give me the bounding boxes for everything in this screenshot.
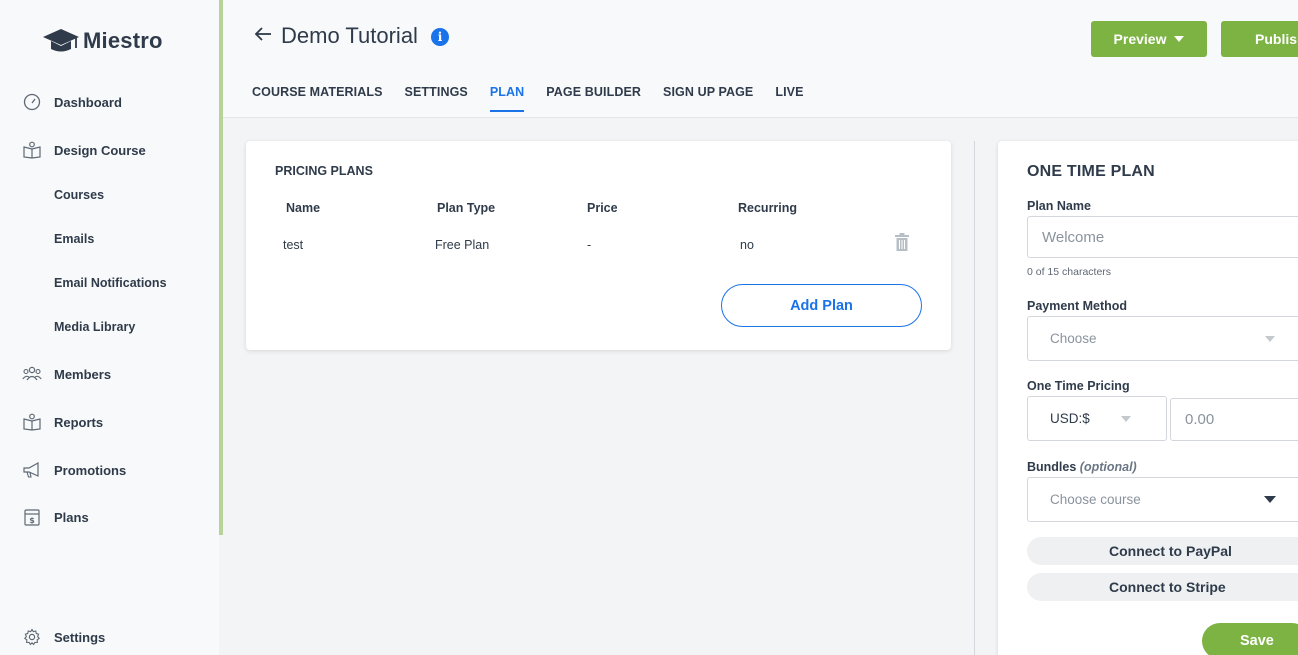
tab-page-builder[interactable]: PAGE BUILDER xyxy=(546,85,641,112)
sidebar-item-label: Reports xyxy=(54,414,104,430)
connect-stripe-button[interactable]: Connect to Stripe xyxy=(1027,573,1298,601)
add-plan-button[interactable]: Add Plan xyxy=(721,284,922,327)
book-icon xyxy=(22,141,42,159)
price-amount-input[interactable]: 0.00 xyxy=(1170,398,1298,441)
plans-icon: $ xyxy=(22,508,42,526)
graduation-cap-icon xyxy=(43,29,79,52)
save-button[interactable]: Save xyxy=(1202,623,1298,655)
card-title: PRICING PLANS xyxy=(275,164,373,178)
gauge-icon xyxy=(22,93,42,111)
character-count: 0 of 15 characters xyxy=(1027,266,1112,278)
currency-value: USD:$ xyxy=(1050,411,1090,426)
sidebar-item-label: Dashboard xyxy=(54,94,122,110)
preview-button[interactable]: Preview xyxy=(1091,21,1207,57)
chevron-down-icon xyxy=(1121,416,1131,422)
sidebar: Miestro Dashboard Design Course Courses … xyxy=(0,0,219,655)
publish-button-label: Publish xyxy=(1255,31,1298,47)
cell-plan-type: Free Plan xyxy=(435,238,490,252)
sidebar-item-plans[interactable]: $ Plans xyxy=(22,508,89,526)
course-header: Demo Tutorial i Preview Publish COURSE M… xyxy=(223,0,1298,118)
plan-name-placeholder: Welcome xyxy=(1042,228,1105,246)
report-icon xyxy=(22,413,42,431)
payment-method-value: Choose xyxy=(1050,331,1097,346)
sidebar-item-label: Settings xyxy=(54,629,106,645)
sidebar-item-promotions[interactable]: Promotions xyxy=(22,461,126,479)
column-header-name: Name xyxy=(286,201,321,215)
sidebar-item-media-library[interactable]: Media Library xyxy=(54,320,135,334)
plan-form-title: ONE TIME PLAN xyxy=(1027,163,1155,180)
trash-icon[interactable] xyxy=(894,233,910,251)
sidebar-item-label: Plans xyxy=(54,509,89,525)
preview-button-label: Preview xyxy=(1113,31,1167,47)
chevron-down-icon xyxy=(1264,496,1276,503)
bundles-value: Choose course xyxy=(1050,492,1141,507)
sidebar-item-design-course[interactable]: Design Course xyxy=(22,141,146,159)
sidebar-item-label: Members xyxy=(54,366,112,382)
bundles-select[interactable]: Choose course xyxy=(1027,477,1298,522)
currency-select[interactable]: USD:$ xyxy=(1027,396,1167,441)
sidebar-item-label: Promotions xyxy=(54,462,127,478)
caret-down-icon xyxy=(1174,36,1185,42)
tab-live[interactable]: LIVE xyxy=(775,85,803,112)
page-title: Demo Tutorial xyxy=(281,23,418,48)
back-arrow-icon[interactable] xyxy=(253,24,273,44)
connect-paypal-button[interactable]: Connect to PayPal xyxy=(1027,537,1298,565)
sidebar-item-label: Design Course xyxy=(54,142,146,158)
bundles-optional-text: (optional) xyxy=(1079,460,1137,474)
cell-recurring: no xyxy=(740,238,754,252)
chevron-down-icon xyxy=(1265,336,1275,342)
sidebar-item-reports[interactable]: Reports xyxy=(22,413,103,431)
course-tabs: COURSE MATERIALS SETTINGS PLAN PAGE BUIL… xyxy=(252,85,826,112)
one-time-pricing-label: One Time Pricing xyxy=(1027,379,1130,393)
panel-divider xyxy=(974,141,975,655)
price-amount-placeholder: 0.00 xyxy=(1185,411,1215,428)
tab-settings[interactable]: SETTINGS xyxy=(405,85,468,112)
sidebar-item-courses[interactable]: Courses xyxy=(54,188,104,202)
tab-plan[interactable]: PLAN xyxy=(489,85,525,112)
logo-text: Miestro xyxy=(83,28,163,53)
svg-text:$: $ xyxy=(29,516,35,525)
logo[interactable]: Miestro xyxy=(42,26,163,56)
plan-name-input[interactable]: Welcome xyxy=(1027,216,1298,258)
payment-method-label: Payment Method xyxy=(1027,299,1128,313)
publish-button[interactable]: Publish xyxy=(1221,21,1298,57)
column-header-price: Price xyxy=(587,201,618,215)
column-header-recurring: Recurring xyxy=(738,201,798,215)
bundles-label-text: Bundles xyxy=(1027,460,1077,474)
sidebar-item-settings[interactable]: Settings xyxy=(22,628,105,646)
sidebar-item-emails[interactable]: Emails xyxy=(54,232,94,246)
megaphone-icon xyxy=(22,461,42,479)
column-header-plan-type: Plan Type xyxy=(437,201,496,215)
plan-name-label: Plan Name xyxy=(1027,199,1091,213)
pricing-plans-card: PRICING PLANS Name Plan Type Price Recur… xyxy=(246,141,951,350)
cell-price: - xyxy=(587,238,592,252)
info-icon[interactable]: i xyxy=(431,28,449,46)
tab-course-materials[interactable]: COURSE MATERIALS xyxy=(252,85,383,112)
cell-name: test xyxy=(283,238,304,252)
tab-sign-up-page[interactable]: SIGN UP PAGE xyxy=(663,85,753,112)
gear-icon xyxy=(22,628,42,646)
payment-method-select[interactable]: Choose xyxy=(1027,316,1298,361)
sidebar-item-dashboard[interactable]: Dashboard xyxy=(22,93,122,111)
sidebar-item-email-notifications[interactable]: Email Notifications xyxy=(54,276,167,290)
bundles-label: Bundles (optional) xyxy=(1027,460,1137,474)
users-icon xyxy=(22,365,42,383)
sidebar-item-members[interactable]: Members xyxy=(22,365,111,383)
one-time-plan-card: ONE TIME PLAN Plan Name Welcome 0 of 15 … xyxy=(998,141,1298,655)
